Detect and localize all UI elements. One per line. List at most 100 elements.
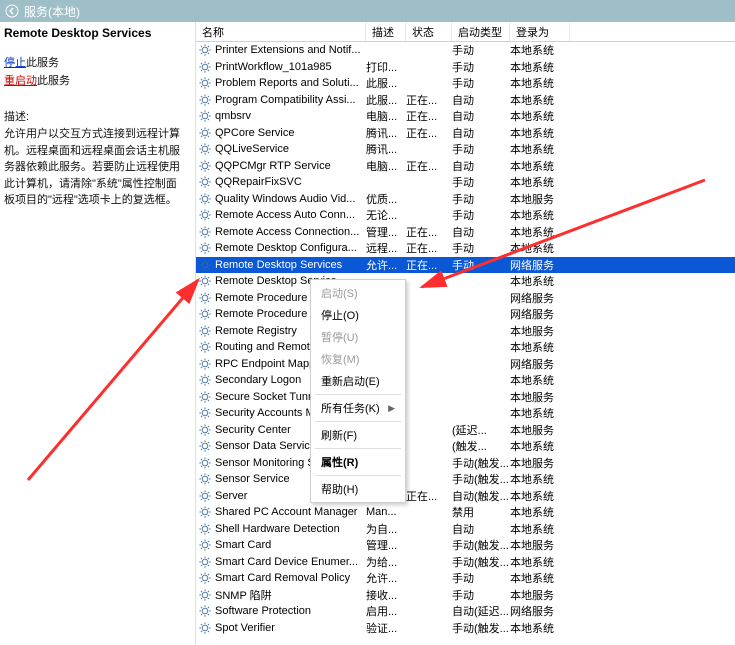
- service-desc: 为自...: [366, 521, 406, 537]
- table-row[interactable]: SNMP 陷阱接收...手动本地服务: [196, 587, 735, 604]
- ctx-sep-1: [315, 394, 401, 395]
- service-desc: 验证...: [366, 620, 406, 636]
- ctx-alltasks-label: 所有任务(K): [321, 400, 380, 416]
- table-row[interactable]: Server支持...正在...自动(触发...本地系统: [196, 488, 735, 505]
- table-row[interactable]: Remote Procedure Call (网络服务: [196, 306, 735, 323]
- restart-link[interactable]: 重启动: [4, 75, 37, 87]
- service-start: 自动: [452, 224, 510, 240]
- table-row[interactable]: Sensor Data Service(触发...本地系统: [196, 438, 735, 455]
- table-row[interactable]: qmbsrv电脑...正在...自动本地系统: [196, 108, 735, 125]
- col-desc[interactable]: 描述: [366, 22, 406, 41]
- table-row[interactable]: QQRepairFixSVC手动本地系统: [196, 174, 735, 191]
- gear-icon: [198, 225, 212, 239]
- gear-icon: [198, 373, 212, 387]
- service-name: Security Center: [215, 424, 291, 436]
- table-row[interactable]: Smart Card Removal Policy允许...手动本地系统: [196, 570, 735, 587]
- service-status: 正在...: [406, 158, 452, 174]
- gear-icon: [198, 604, 212, 618]
- service-logon: 本地系统: [510, 339, 570, 355]
- service-start: 手动(触发...: [452, 620, 510, 636]
- service-logon: 本地系统: [510, 42, 570, 58]
- col-start[interactable]: 启动类型: [452, 22, 510, 41]
- table-row[interactable]: Remote Procedure Call (网络服务: [196, 290, 735, 307]
- ctx-resume[interactable]: 恢复(M): [311, 348, 405, 370]
- service-name: Program Compatibility Assi...: [215, 94, 356, 106]
- table-row[interactable]: Remote Desktop Services允许...正在...手动网络服务: [196, 257, 735, 274]
- table-row[interactable]: Remote Desktop Service本地系统: [196, 273, 735, 290]
- service-desc: 管理...: [366, 537, 406, 553]
- table-row[interactable]: Secondary Logon本地系统: [196, 372, 735, 389]
- gear-icon: [198, 93, 212, 107]
- service-start: 手动: [452, 191, 510, 207]
- table-row[interactable]: Smart Card管理...手动(触发...本地服务: [196, 537, 735, 554]
- table-row[interactable]: RPC Endpoint Mapper网络服务: [196, 356, 735, 373]
- service-desc: 为给...: [366, 554, 406, 570]
- table-row[interactable]: Security Center(延迟...本地服务: [196, 422, 735, 439]
- description-body: 允许用户以交互方式连接到远程计算机。远程桌面和远程桌面会话主机服务器依赖此服务。…: [4, 126, 185, 209]
- stop-link[interactable]: 停止: [4, 57, 26, 69]
- table-row[interactable]: Software Protection启用...自动(延迟...网络服务: [196, 603, 735, 620]
- table-row[interactable]: QQLiveService腾讯...手动本地系统: [196, 141, 735, 158]
- table-row[interactable]: Quality Windows Audio Vid...优质...手动本地服务: [196, 191, 735, 208]
- service-logon: 网络服务: [510, 257, 570, 273]
- ctx-alltasks[interactable]: 所有任务(K) ▶: [311, 397, 405, 419]
- service-start: 自动: [452, 92, 510, 108]
- gear-icon: [198, 208, 212, 222]
- table-row[interactable]: Printer Extensions and Notif...手动本地系统: [196, 42, 735, 59]
- table-row[interactable]: QPCore Service腾讯...正在...自动本地系统: [196, 125, 735, 142]
- service-start: (延迟...: [452, 422, 510, 438]
- back-icon[interactable]: [4, 3, 20, 19]
- table-row[interactable]: Sensor Monitoring Service监视...手动(触发...本地…: [196, 455, 735, 472]
- ctx-help[interactable]: 帮助(H): [311, 478, 405, 500]
- table-row[interactable]: Sensor Service一项...手动(触发...本地系统: [196, 471, 735, 488]
- ctx-refresh[interactable]: 刷新(F): [311, 424, 405, 446]
- table-row[interactable]: Shell Hardware Detection为自...自动本地系统: [196, 521, 735, 538]
- ctx-pause[interactable]: 暂停(U): [311, 326, 405, 348]
- table-row[interactable]: Remote Access Auto Conn...无论...手动本地系统: [196, 207, 735, 224]
- table-row[interactable]: Shared PC Account ManagerMan...禁用本地系统: [196, 504, 735, 521]
- table-row[interactable]: Remote Desktop Configura...远程...正在...手动本…: [196, 240, 735, 257]
- table-row[interactable]: Remote Access Connection...管理...正在...自动本…: [196, 224, 735, 241]
- service-logon: 本地服务: [510, 455, 570, 471]
- gear-icon: [198, 324, 212, 338]
- restart-suffix: 此服务: [37, 75, 70, 87]
- service-name: QQRepairFixSVC: [215, 176, 302, 188]
- service-name: Smart Card Device Enumer...: [215, 556, 358, 568]
- table-row[interactable]: Spot Verifier验证...手动(触发...本地系统: [196, 620, 735, 637]
- service-logon: 本地服务: [510, 323, 570, 339]
- table-row[interactable]: Remote Registry本地服务: [196, 323, 735, 340]
- service-logon: 本地系统: [510, 554, 570, 570]
- gear-icon: [198, 142, 212, 156]
- service-status: 正在...: [406, 240, 452, 256]
- ctx-stop[interactable]: 停止(O): [311, 304, 405, 326]
- service-start: 手动(触发...: [452, 471, 510, 487]
- service-desc: 此服...: [366, 75, 406, 91]
- ctx-start[interactable]: 启动(S): [311, 282, 405, 304]
- ctx-props[interactable]: 属性(R): [311, 451, 405, 473]
- service-name: Software Protection: [215, 605, 311, 617]
- table-row[interactable]: Routing and Remote Acc本地系统: [196, 339, 735, 356]
- gear-icon: [198, 307, 212, 321]
- service-name: QPCore Service: [215, 127, 294, 139]
- service-logon: 本地系统: [510, 92, 570, 108]
- col-name[interactable]: 名称: [196, 22, 366, 41]
- table-row[interactable]: Program Compatibility Assi...此服...正在...自…: [196, 92, 735, 109]
- table-row[interactable]: Secure Socket Tunneling本地服务: [196, 389, 735, 406]
- table-row[interactable]: PrintWorkflow_101a985打印...手动本地系统: [196, 59, 735, 76]
- table-row[interactable]: Problem Reports and Soluti...此服...手动本地系统: [196, 75, 735, 92]
- gear-icon: [198, 60, 212, 74]
- service-start: 自动: [452, 125, 510, 141]
- service-name: Server: [215, 490, 247, 502]
- service-name: QQPCMgr RTP Service: [215, 160, 331, 172]
- table-row[interactable]: QQPCMgr RTP Service电脑...正在...自动本地系统: [196, 158, 735, 175]
- chevron-right-icon: ▶: [388, 403, 395, 414]
- col-status[interactable]: 状态: [406, 22, 452, 41]
- ctx-restart[interactable]: 重新启动(E): [311, 370, 405, 392]
- table-row[interactable]: Smart Card Device Enumer...为给...手动(触发...…: [196, 554, 735, 571]
- table-row[interactable]: Security Accounts Mana本地系统: [196, 405, 735, 422]
- service-name: Smart Card Removal Policy: [215, 572, 350, 584]
- col-logon[interactable]: 登录为: [510, 22, 570, 41]
- service-logon: 本地服务: [510, 191, 570, 207]
- service-logon: 本地服务: [510, 537, 570, 553]
- service-desc: 管理...: [366, 224, 406, 240]
